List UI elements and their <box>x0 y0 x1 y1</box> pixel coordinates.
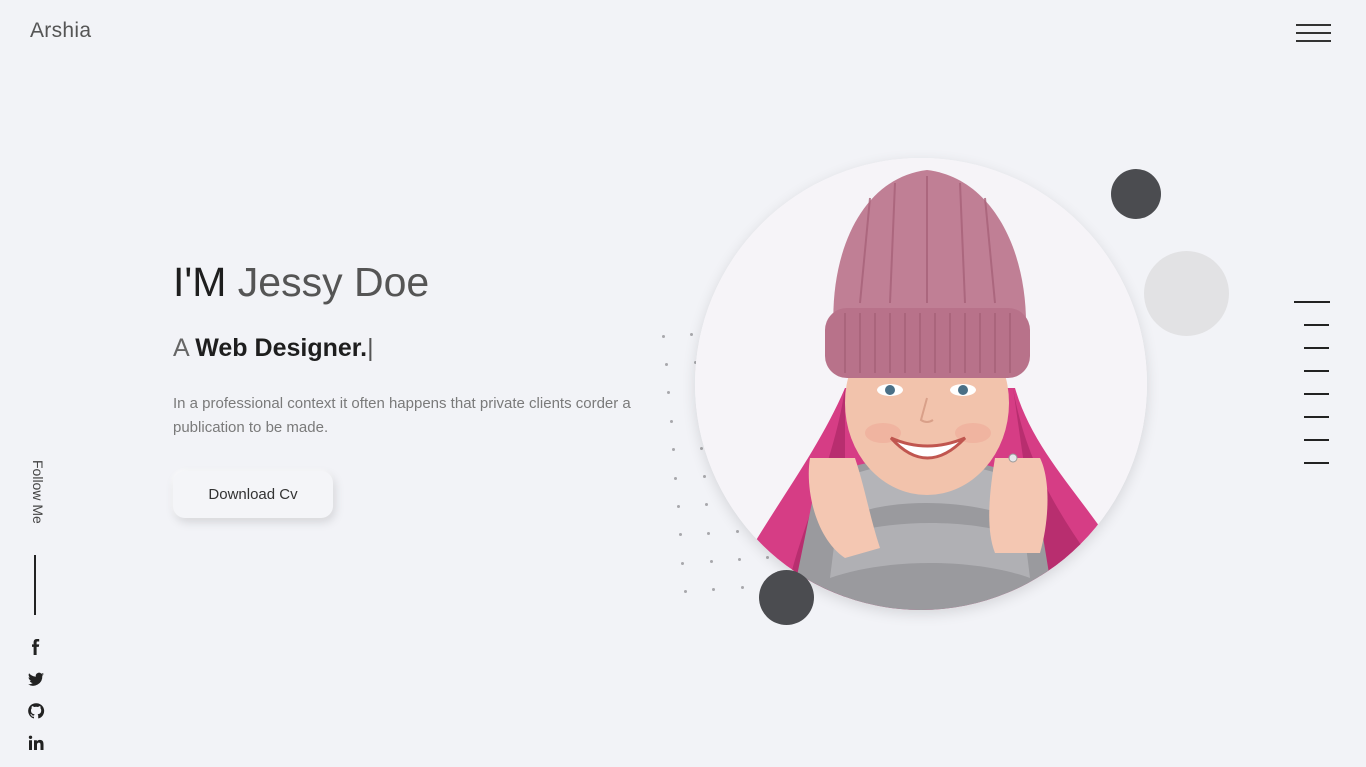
menu-line <box>1296 32 1331 34</box>
twitter-icon[interactable] <box>27 670 45 688</box>
subtitle-prefix: A <box>173 334 189 362</box>
decor-dot <box>710 560 713 563</box>
decor-dot <box>681 562 684 565</box>
decor-circle-light <box>1144 251 1229 336</box>
site-logo[interactable]: Arshia <box>30 19 91 43</box>
decor-dot <box>662 335 665 338</box>
greeting-prefix: I'M <box>173 259 227 305</box>
linkedin-icon[interactable] <box>27 734 45 752</box>
decor-dot <box>712 588 715 591</box>
hero-role: Web Designer. <box>195 334 368 362</box>
hero-name: Jessy Doe <box>237 259 430 305</box>
section-nav-item-active[interactable] <box>1294 301 1330 303</box>
decor-dot <box>670 420 673 423</box>
decor-dot <box>707 532 710 535</box>
decor-circle-dark <box>1111 169 1161 219</box>
decor-dot <box>667 391 670 394</box>
hero-subtitle: A Web Designer.| <box>173 332 374 364</box>
github-icon[interactable] <box>27 702 45 720</box>
decor-dot <box>677 505 680 508</box>
profile-photo-illustration <box>695 158 1147 610</box>
menu-line <box>1296 24 1331 26</box>
hero-description: In a professional context it often happe… <box>173 395 631 436</box>
facebook-icon[interactable] <box>27 638 45 656</box>
decor-dot <box>766 556 769 559</box>
section-nav-item[interactable] <box>1304 347 1329 349</box>
decor-dot <box>705 503 708 506</box>
hamburger-menu-icon[interactable] <box>1296 23 1332 45</box>
decor-dot <box>679 533 682 536</box>
section-nav-item[interactable] <box>1304 462 1329 464</box>
typing-cursor: | <box>367 334 374 362</box>
decor-dot <box>700 447 703 450</box>
decor-dot <box>672 448 675 451</box>
decor-circle-dark-bottom <box>759 570 814 625</box>
section-nav-item[interactable] <box>1304 416 1329 418</box>
section-nav-item[interactable] <box>1304 370 1329 372</box>
decor-dot <box>736 530 739 533</box>
decor-dot <box>741 586 744 589</box>
decor-dot <box>703 475 706 478</box>
decor-dot <box>738 558 741 561</box>
decor-dot <box>690 333 693 336</box>
follow-me-label: Follow Me <box>30 460 46 524</box>
menu-line <box>1296 40 1331 42</box>
profile-photo <box>695 158 1147 610</box>
decor-dot <box>665 363 668 366</box>
decor-dot <box>684 590 687 593</box>
section-nav-item[interactable] <box>1304 324 1329 326</box>
follow-divider <box>34 555 36 615</box>
hero-title: I'M Jessy Doe <box>173 256 429 308</box>
section-nav-item[interactable] <box>1304 439 1329 441</box>
download-cv-button[interactable]: Download Cv <box>173 471 333 518</box>
section-nav-item[interactable] <box>1304 393 1329 395</box>
decor-dot <box>674 477 677 480</box>
